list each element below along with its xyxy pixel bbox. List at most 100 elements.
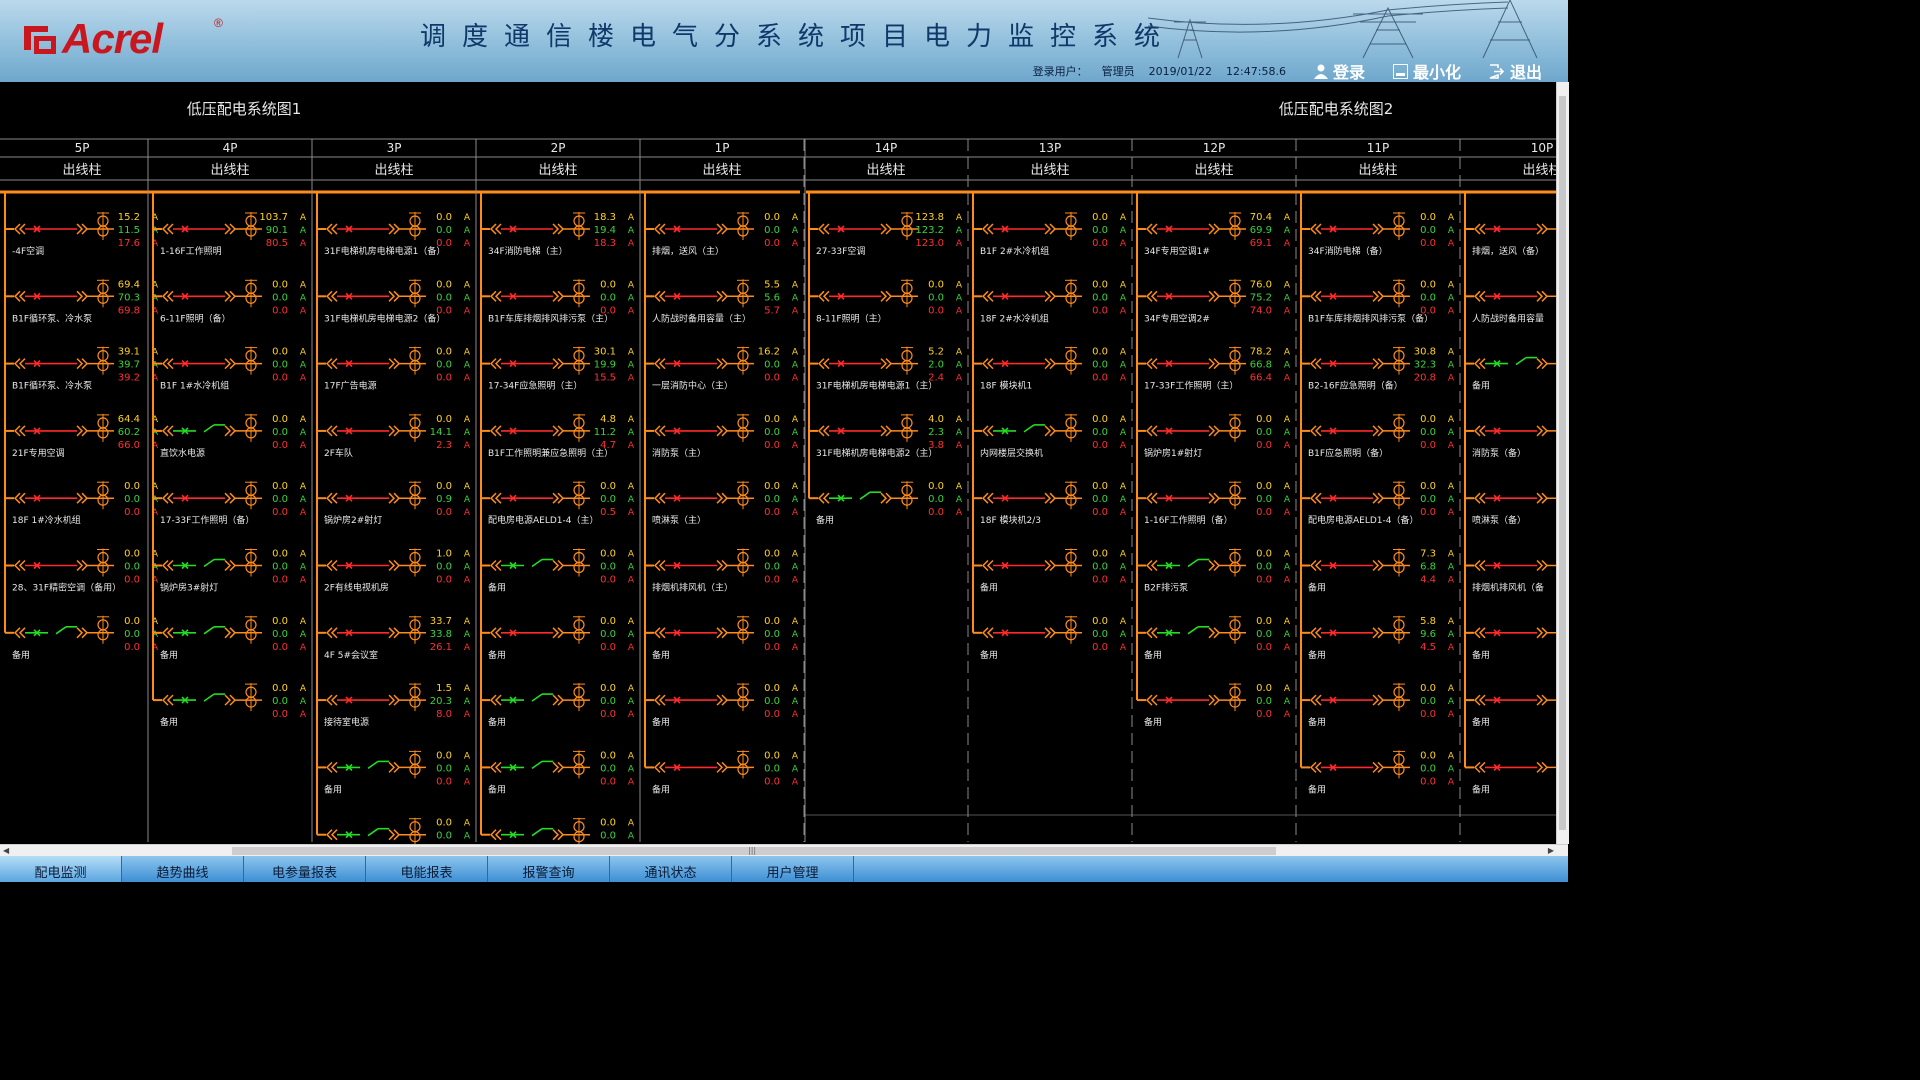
feeder-circuit[interactable]: AAA人防战时备用容量 <box>1465 279 1556 324</box>
feeder-circuit[interactable]: 30.1 A 19.9 A 15.5 A 17-34F应急照明（主） <box>481 346 635 392</box>
feeder-circuit[interactable]: 0.0A0.0A0.0A <box>317 817 471 844</box>
tab-bar-filler <box>854 856 1568 882</box>
feeder-circuit[interactable]: 0.0 A 0.0 A 0.0 A 1-16F工作照明（备） <box>1137 481 1291 526</box>
feeder-circuit[interactable]: 64.4 A60.2 A66.0 A21F专用空调 <box>5 413 159 459</box>
feeder-circuit[interactable]: 7.3 A 6.8 A 4.4 A 备用 <box>1301 548 1455 594</box>
feeder-circuit[interactable]: 0.0 A0.0 A0.0 A备用 <box>153 615 307 661</box>
feeder-circuit[interactable]: 0.0 A0.0 A0.0 A备用 <box>645 683 799 728</box>
feeder-circuit[interactable]: 39.1 A39.7 A39.2 AB1F循环泵、冷水泵 <box>5 346 159 392</box>
feeder-circuit[interactable]: 0.0 A 0.0 A 0.0 A 18F 2#水冷机组 <box>973 279 1127 324</box>
feeder-circuit[interactable]: 103.7 A 90.1 A 80.5 A 1-16F工作照明 <box>153 212 307 257</box>
feeder-circuit[interactable]: 123.8 A 123.2 A 123.0 A 27-33F空调 <box>809 212 963 257</box>
feeder-circuit[interactable]: 0.0 A 0.0 A 0.0 A 锅炉房1#射灯 <box>1137 413 1291 459</box>
exit-button[interactable]: 退出 <box>1489 59 1542 82</box>
feeder-circuit[interactable]: 0.0 A 0.0 A 0.0 A 34F消防电梯（备） <box>1301 212 1455 257</box>
feeder-circuit[interactable]: 0.0 A0.0 A0.0 A备用 <box>1137 615 1291 661</box>
feeder-circuit[interactable]: 0.0 A 0.0 A 0.0 A 18F 模块机2/3 <box>973 481 1127 526</box>
feeder-circuit[interactable]: 0.0 A0.0 A0.0 A备用 <box>481 548 635 594</box>
feeder-circuit[interactable]: 0.0 A0.0 A0.0 A备用 <box>481 750 635 795</box>
feeder-circuit[interactable]: 0.0 A 0.0 A 0.0 A 直饮水电源 <box>153 413 307 459</box>
minimize-button[interactable]: 最小化 <box>1392 59 1461 82</box>
feeder-circuit[interactable]: 0.0 A0.0 A0.0 A31F电梯机房电梯电源2（备） <box>317 279 471 324</box>
feeder-circuit[interactable]: 0.0A0.0A0.0A <box>481 817 635 844</box>
vertical-scroll-thumb[interactable] <box>1559 96 1566 830</box>
feeder-circuit[interactable]: 78.2 A 66.8 A 66.4 A 17-33F工作照明（主） <box>1137 346 1291 392</box>
feeder-circuit[interactable]: 5.5 A 5.6 A 5.7 A 人防战时备用容量（主） <box>645 279 799 324</box>
feeder-circuit[interactable]: 0.0 A0.0 A0.0 A备用 <box>5 615 159 661</box>
tab-parameter-report[interactable]: 电参量报表 <box>244 856 366 882</box>
feeder-circuit[interactable]: 0.0 A 0.0 A 0.0 A 喷淋泵（主） <box>645 481 799 526</box>
feeder-circuit[interactable]: 18.3 A 19.4 A 18.3 A 34F消防电梯（主） <box>481 212 635 257</box>
feeder-circuit[interactable]: 15.2 A11.5 A17.6 A-4F空调 <box>5 212 159 257</box>
feeder-circuit[interactable]: 30.8 A 32.3 A 20.8 A B2-16F应急照明（备） <box>1301 346 1455 392</box>
feeder-circuit[interactable]: 0.0 A 14.1 A 2.3 A 2F车队 <box>317 413 471 459</box>
feeder-circuit[interactable]: AAA排烟，送风（备） <box>1465 212 1556 257</box>
feeder-circuit[interactable]: 0.0 A 0.0 A 0.0 A 18F 模块机1 <box>973 346 1127 392</box>
feeder-circuit[interactable]: 0.0 A0.0 A0.0 A31F电梯机房电梯电源1（备） <box>317 212 471 257</box>
feeder-circuit[interactable]: 0.0 A 0.0 A 0.0 A B1F 2#水冷机组 <box>973 212 1127 257</box>
feeder-label: 备用 <box>160 649 178 661</box>
system-title: 调度通信楼电气分系统项目电力监控系统 <box>420 22 1177 52</box>
feeder-circuit[interactable]: 0.0 A 0.0 A 0.0 A 配电房电源AELD1-4（备） <box>1301 481 1455 526</box>
feeder-circuit[interactable]: 16.2 A 0.0 A 0.0 A 一层消防中心（主） <box>645 346 799 392</box>
feeder-circuit[interactable]: 33.7 A 33.8 A 26.1 A 4F 5#会议室 <box>317 615 471 661</box>
feeder-circuit[interactable]: 0.0 A0.0 A0.0 A备用 <box>1301 750 1455 795</box>
feeder-circuit[interactable]: 0.0 A0.0 A0.0 A备用 <box>481 615 635 661</box>
feeder-circuit[interactable]: 4.0 A2.3 A3.8 A31F电梯机房电梯电源2（主） <box>809 413 963 459</box>
feeder-circuit[interactable]: 0.0 A0.0 A0.0 AB1F车库排烟排风排污泵（备） <box>1301 279 1455 324</box>
feeder-circuit[interactable]: AAA备用 <box>1465 750 1556 795</box>
feeder-circuit[interactable]: 0.0 A 0.0 A 0.0 A 排烟，送风（主） <box>645 212 799 257</box>
feeder-circuit[interactable]: 0.0 A 0.0 A 0.0 A 17-33F工作照明（备） <box>153 481 307 526</box>
feeder-circuit[interactable]: 0.0 A0.0 A0.0 A备用 <box>1137 683 1291 728</box>
phase-c-current: 0.0 <box>272 305 288 316</box>
feeder-circuit[interactable]: 5.2 A2.0 A2.4 A31F电梯机房电梯电源1（主） <box>809 346 963 392</box>
feeder-circuit[interactable]: 1.0 A 0.0 A 0.0 A 2F有线电视机房 <box>317 548 471 594</box>
feeder-circuit[interactable]: AAA喷淋泵（备） <box>1465 481 1556 526</box>
tab-energy-report[interactable]: 电能报表 <box>366 856 488 882</box>
tab-comm-status[interactable]: 通讯状态 <box>610 856 732 882</box>
feeder-circuit[interactable]: 0.0 A 0.0 A 0.5 A 配电房电源AELD1-4（主） <box>481 481 635 526</box>
login-button[interactable]: 登录 <box>1313 59 1365 82</box>
feeder-circuit[interactable]: 0.0 A0.0 A0.0 A备用 <box>973 548 1127 594</box>
tab-power-monitor[interactable]: 配电监测 <box>0 856 122 882</box>
feeder-circuit[interactable]: AAA消防泵（备） <box>1465 414 1556 459</box>
feeder-circuit[interactable]: 0.0 A0.0 A0.0 A备用 <box>645 615 799 661</box>
feeder-circuit[interactable]: 0.0 A0.0 A0.0 A备用 <box>645 750 799 795</box>
tab-alarm-query[interactable]: 报警查询 <box>488 856 610 882</box>
feeder-circuit[interactable]: 0.0 A0.0 A0.0 A28、31F精密空调（备用） <box>5 548 159 594</box>
tab-trend-curve[interactable]: 趋势曲线 <box>122 856 244 882</box>
feeder-circuit[interactable]: AAA备用 <box>1465 616 1556 661</box>
feeder-circuit[interactable]: 76.0 A 75.2 A 74.0 A 34F专用空调2# <box>1137 279 1291 324</box>
feeder-circuit[interactable]: 0.0 A0.0 A0.0 A备用 <box>481 683 635 728</box>
feeder-circuit[interactable]: AAA备用 <box>1465 683 1556 728</box>
tab-user-management[interactable]: 用户管理 <box>732 856 854 882</box>
feeder-circuit[interactable]: 0.0 A 0.0 A 0.0 A 6-11F照明（备） <box>153 279 307 324</box>
feeder-circuit[interactable]: 69.4 A70.3 A69.8 AB1F循环泵、冷水泵 <box>5 279 159 324</box>
feeder-circuit[interactable]: 0.0 A 0.0 A 0.0 A 内网楼层交换机 <box>973 413 1127 459</box>
feeder-circuit[interactable]: 0.0 A0.0 A0.0 A备用 <box>317 750 471 795</box>
feeder-circuit[interactable]: 1.5 A 20.3 A 8.0 A 接待室电源 <box>317 683 471 728</box>
phase-a-current: 30.8 <box>1414 347 1436 358</box>
vertical-scrollbar[interactable] <box>1556 82 1569 844</box>
feeder-circuit[interactable]: 0.0 A 0.0 A 0.0 A 8-11F照明（主） <box>809 279 963 324</box>
feeder-circuit[interactable]: 0.0 A0.0 A0.0 A备用 <box>1301 683 1455 728</box>
feeder-circuit[interactable]: 0.0 A 0.0 A 0.0 A 消防泵（主） <box>645 413 799 459</box>
feeder-circuit[interactable]: 4.8 A11.2 A4.7 AB1F工作照明兼应急照明（主） <box>481 413 635 459</box>
feeder-circuit[interactable]: 0.0 A 0.0 A 0.0 A B1F应急照明（备） <box>1301 413 1455 459</box>
feeder-circuit[interactable]: 0.0 A0.0 A0.0 A18F 1#冷水机组 <box>5 481 159 526</box>
feeder-circuit[interactable]: 5.8 A 9.6 A 4.5 A 备用 <box>1301 615 1455 661</box>
feeder-circuit[interactable]: AAA排烟机排风机（备 <box>1465 549 1556 594</box>
feeder-circuit[interactable]: 0.0 A 0.0 A 0.0 A B1F 1#水冷机组 <box>153 346 307 392</box>
feeder-circuit[interactable]: 0.0 A0.0 A0.0 A备用 <box>153 683 307 728</box>
feeder-circuit[interactable]: 0.0 A 0.0 A 0.0 A B2F排污泵 <box>1137 548 1291 594</box>
feeder-circuit[interactable]: 0.0 A0.0 A0.0 A备用 <box>973 615 1127 661</box>
feeder-circuit[interactable]: 70.4 A 69.9 A 69.1 A 34F专用空调1# <box>1137 212 1291 257</box>
feeder-circuit[interactable]: 0.0 A 0.0 A 0.0 A 锅炉房3#射灯 <box>153 548 307 594</box>
feeder-circuit[interactable]: 0.0 A 0.0 A 0.0 A 排烟机排风机（主） <box>645 548 799 594</box>
feeder-circuit[interactable]: 0.0 A0.0 A0.0 A备用 <box>809 481 963 526</box>
phase-c-current: 26.1 <box>430 642 452 653</box>
feeder-circuit[interactable]: AAA备用 <box>1465 347 1556 392</box>
feeder-circuit[interactable]: 0.0 A 0.9 A 0.0 A 锅炉房2#射灯 <box>317 481 471 526</box>
feeder-circuit[interactable]: 0.0 A 0.0 A 0.0 A 17F广告电源 <box>317 346 471 392</box>
feeder-circuit[interactable]: 0.0 A0.0 A0.0 AB1F车库排烟排风排污泵（主） <box>481 279 635 324</box>
